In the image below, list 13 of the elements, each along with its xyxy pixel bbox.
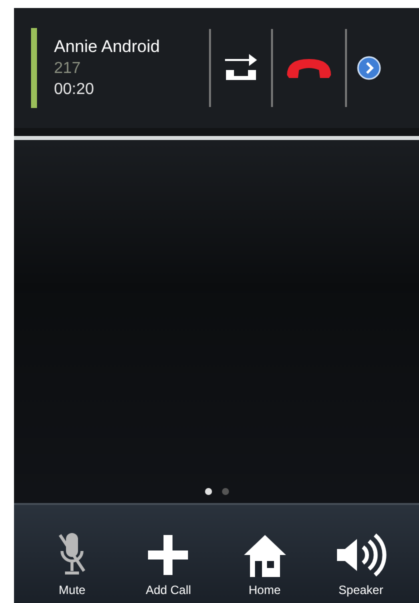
caller-name: Annie Android — [54, 37, 161, 57]
call-duration: 00:20 — [54, 81, 96, 99]
phone-handset-icon — [285, 57, 333, 79]
caller-number: 217 — [54, 60, 82, 78]
house-icon — [242, 533, 288, 579]
toolbar-button[interactable]: Speaker — [320, 505, 401, 603]
toolbar-button[interactable]: Mute — [32, 505, 112, 603]
page-dot[interactable] — [204, 488, 212, 495]
page-dot[interactable] — [222, 488, 228, 495]
toolbar-button[interactable]: Add Call — [128, 505, 208, 603]
speaker-icon — [334, 531, 387, 579]
toolbar-button[interactable]: Home — [224, 505, 305, 603]
chevron-circle-icon — [357, 56, 381, 80]
